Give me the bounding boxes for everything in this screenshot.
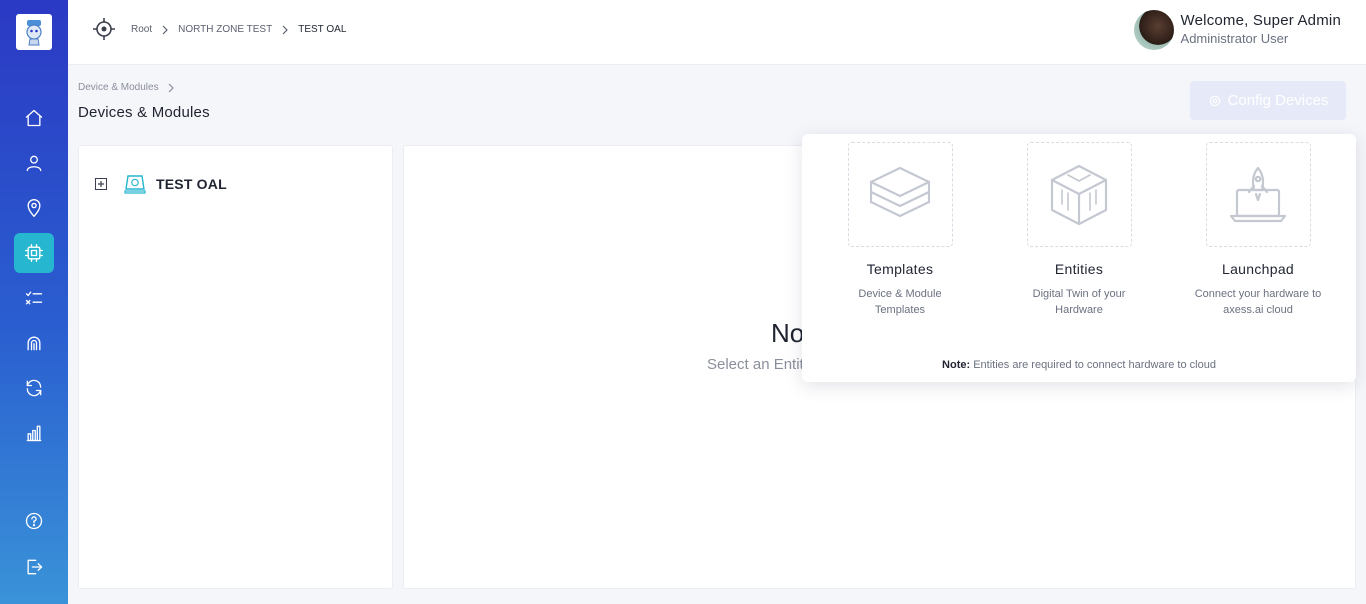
user-icon — [26, 155, 42, 172]
entities-tile[interactable] — [1026, 142, 1132, 247]
chevron-right-icon — [168, 83, 174, 92]
chevron-right-icon — [282, 25, 289, 34]
checklist-icon — [25, 291, 43, 305]
user-profile[interactable]: Welcome, Super Admin Administrator User — [1133, 10, 1341, 50]
nav-tasks[interactable] — [14, 278, 54, 318]
avatar[interactable] — [1133, 10, 1174, 50]
entity-tree-panel: TEST OAL — [78, 145, 393, 589]
note-text: Entities are required to connect hardwar… — [973, 359, 1216, 371]
location-pin-icon — [27, 199, 41, 217]
app-logo[interactable] — [16, 14, 52, 50]
rocket-laptop-icon — [1229, 166, 1287, 222]
cube-circuit-icon — [1050, 164, 1108, 225]
page-breadcrumb-item[interactable]: Device & Modules — [78, 82, 159, 93]
templates-tile[interactable] — [847, 142, 953, 247]
nav-logout[interactable] — [14, 547, 54, 587]
gear-icon — [1209, 95, 1220, 106]
logout-icon — [27, 559, 43, 575]
welcome-text: Welcome, Super Admin — [1180, 12, 1341, 29]
entities-title: Entities — [1054, 261, 1104, 277]
chevron-right-icon — [162, 25, 168, 34]
tree-node[interactable]: TEST OAL — [95, 174, 227, 194]
templates-title: Templates — [866, 261, 934, 277]
breadcrumb-current: TEST OAL — [298, 24, 347, 35]
sidebar — [0, 0, 68, 604]
launchpad-description: Connect your hardware to axess.ai cloud — [1183, 286, 1333, 318]
crosshair-icon[interactable] — [92, 17, 116, 41]
config-devices-label: Config Devices — [1227, 92, 1329, 109]
launchpad-desc-line2: axess.ai cloud — [1223, 304, 1293, 316]
help-icon — [25, 512, 43, 530]
templates-desc-line2: Templates — [874, 304, 926, 316]
entities-card[interactable]: Entities Digital Twin of your Hardware — [1004, 142, 1154, 318]
page-title: Devices & Modules — [78, 104, 210, 121]
breadcrumb-root[interactable]: Root — [131, 24, 152, 35]
config-devices-button[interactable]: Config Devices — [1190, 81, 1346, 120]
config-devices-popover: Templates Device & Module Templates Enti… — [802, 134, 1356, 382]
note-label: Note: — [942, 359, 971, 371]
launchpad-tile[interactable] — [1205, 142, 1311, 247]
page-breadcrumb: Device & Modules — [78, 82, 175, 93]
nav-help[interactable] — [14, 501, 54, 541]
fingerprint-icon — [27, 336, 41, 351]
launchpad-card[interactable]: Launchpad Connect your hardware to axess… — [1183, 142, 1333, 318]
refresh-icon — [26, 379, 42, 397]
breadcrumb: Root NORTH ZONE TEST TEST OAL — [131, 24, 346, 35]
templates-card[interactable]: Templates Device & Module Templates — [825, 142, 975, 318]
templates-description: Device & Module Templates — [825, 286, 975, 318]
empty-state-title: No — [771, 318, 805, 348]
entities-description: Digital Twin of your Hardware — [1004, 286, 1154, 318]
user-role: Administrator User — [1180, 31, 1289, 46]
nav-home[interactable] — [14, 98, 54, 138]
expand-icon[interactable] — [95, 178, 107, 190]
entity-node-icon — [124, 175, 146, 194]
templates-desc-line1: Device & Module — [858, 288, 942, 300]
popover-note: Note: Entities are required to connect h… — [802, 359, 1356, 371]
launchpad-desc-line1: Connect your hardware to — [1194, 288, 1322, 300]
nav-locations[interactable] — [14, 188, 54, 228]
entities-desc-line2: Hardware — [1055, 304, 1103, 316]
layers-icon — [869, 166, 931, 217]
bar-chart-icon — [26, 425, 42, 442]
nav-devices[interactable] — [14, 233, 54, 273]
nav-reports[interactable] — [14, 413, 54, 453]
chip-icon — [25, 244, 43, 262]
tree-node-label: TEST OAL — [156, 176, 227, 192]
entities-desc-line1: Digital Twin of your — [1032, 288, 1126, 300]
nav-sync[interactable] — [14, 368, 54, 408]
nav-access[interactable] — [14, 323, 54, 363]
top-header: Root NORTH ZONE TEST TEST OAL Welcome, S… — [68, 0, 1366, 65]
nav-users[interactable] — [14, 143, 54, 183]
home-icon — [25, 109, 43, 127]
robot-mascot-icon — [26, 20, 42, 46]
empty-state-subtitle: Select an Entit — [707, 356, 804, 373]
launchpad-title: Launchpad — [1222, 261, 1294, 277]
breadcrumb-zone[interactable]: NORTH ZONE TEST — [178, 24, 272, 35]
